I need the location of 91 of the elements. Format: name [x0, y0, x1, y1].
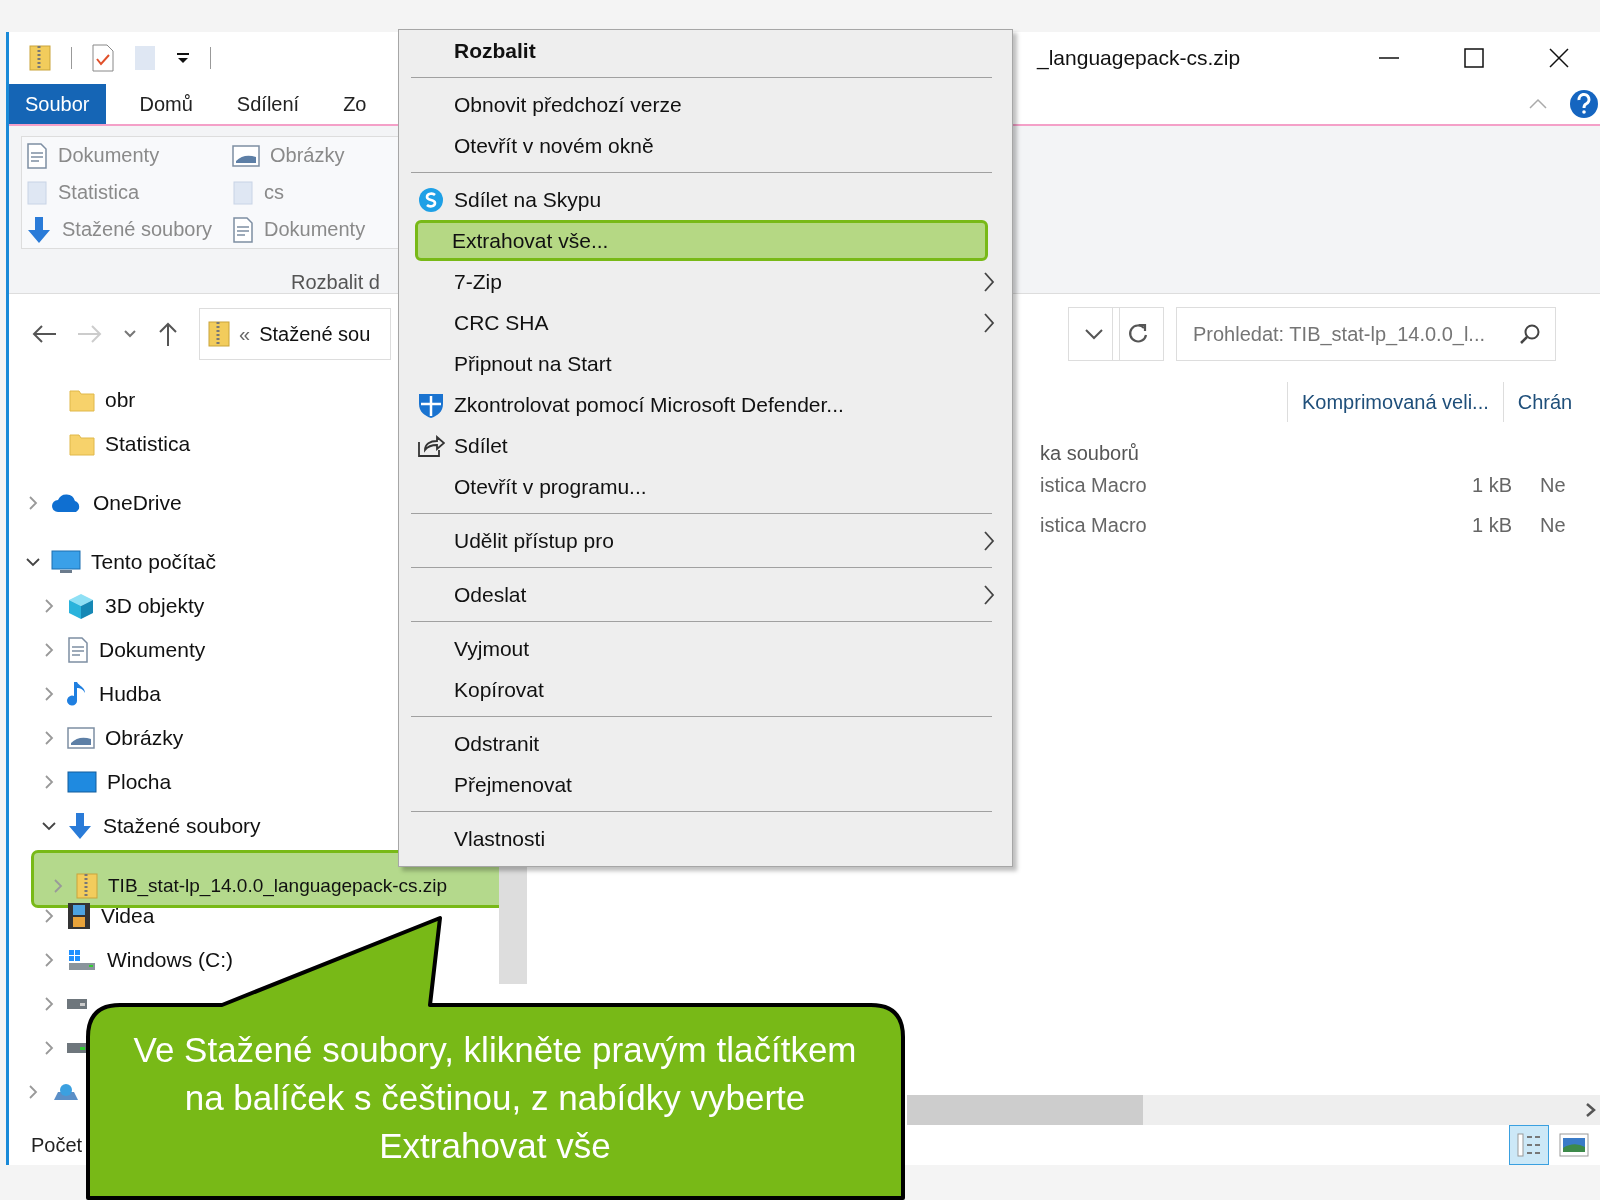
- drive-icon: [67, 1042, 87, 1054]
- folder-icon: [26, 179, 48, 206]
- menu-item[interactable]: Extrahovat vše...: [415, 220, 988, 261]
- protected-cell: Ne: [1540, 513, 1566, 537]
- document-icon: [232, 216, 254, 243]
- skype-icon: [418, 186, 444, 213]
- horizontal-scrollbar[interactable]: [907, 1095, 1600, 1125]
- drive-icon: [67, 998, 87, 1010]
- window-title: _languagepack-cs.zip: [1037, 46, 1241, 70]
- download-arrow-icon: [67, 812, 93, 840]
- close-icon[interactable]: [1549, 48, 1569, 68]
- picture-icon: [67, 727, 95, 749]
- nav-item[interactable]: Stažené soubory: [103, 814, 261, 838]
- menu-item[interactable]: Sdílet na Skypu: [405, 179, 990, 220]
- file-type-cell-text: istica Macro: [1040, 473, 1148, 497]
- back-arrow-icon[interactable]: [31, 324, 57, 344]
- menu-item[interactable]: Rozbalit: [405, 30, 990, 71]
- scroll-right-icon[interactable]: [1585, 1102, 1597, 1118]
- status-text: Počet: [31, 1133, 83, 1157]
- nav-item[interactable]: Tento počítač: [91, 550, 216, 574]
- document-icon: [67, 637, 89, 663]
- ribbon-group-label: Rozbalit d: [291, 271, 380, 294]
- nav-item[interactable]: Statistica: [105, 432, 191, 456]
- chevron-down-icon: [1084, 328, 1104, 340]
- refresh-button[interactable]: [1112, 307, 1164, 361]
- vertical-scrollbar[interactable]: [499, 864, 527, 984]
- refresh-icon: [1126, 322, 1150, 346]
- menu-item[interactable]: Otevřít v novém okně: [405, 125, 990, 166]
- details-view-icon[interactable]: [1509, 1125, 1549, 1165]
- nav-item[interactable]: OneDrive: [93, 491, 182, 515]
- nav-item[interactable]: Dokumenty: [99, 638, 206, 662]
- menu-item[interactable]: Odstranit: [405, 723, 990, 764]
- nav-item[interactable]: 3D objekty: [105, 594, 205, 618]
- file-size-cell-text: 1 kB: [1470, 513, 1512, 537]
- menu-item[interactable]: Sdílet: [405, 425, 990, 466]
- menu-item[interactable]: Vyjmout: [405, 628, 990, 669]
- nav-item[interactable]: Hudba: [99, 682, 161, 706]
- nav-item[interactable]: Obrázky: [105, 726, 184, 750]
- nav-item[interactable]: Windows (C:): [107, 948, 233, 972]
- menu-item[interactable]: CRC SHA: [405, 302, 990, 343]
- file-size-cell-text: 1 kB: [1470, 473, 1512, 497]
- group-header: ka souborů: [1040, 442, 1139, 465]
- download-arrow-icon: [26, 215, 52, 244]
- search-box[interactable]: Prohledat: TIB_stat-lp_14.0.0_l...: [1176, 307, 1556, 361]
- column-header[interactable]: Komprimovaná veli...: [1287, 382, 1503, 422]
- file-type-cell-text: istica Macro: [1040, 513, 1148, 537]
- menu-item[interactable]: Kopírovat: [405, 669, 990, 710]
- ribbon-tab[interactable]: Domů: [125, 84, 207, 124]
- forward-arrow-icon[interactable]: [77, 324, 103, 344]
- menu-item[interactable]: Obnovit předchozí verze: [405, 84, 990, 125]
- collapse-ribbon-icon[interactable]: [1529, 98, 1547, 110]
- folder-icon: [69, 388, 95, 412]
- menu-item[interactable]: Připnout na Start: [405, 343, 990, 384]
- nav-item[interactable]: obr: [105, 388, 136, 412]
- search-icon[interactable]: [1519, 323, 1541, 345]
- callout-text: Ve Stažené soubory, klikněte pravým tlačítkem na balíček s češtinou, z nabídky vyberte Extrahovat vše: [132, 1029, 858, 1167]
- column-header[interactable]: Chrán: [1502, 382, 1587, 422]
- cube-icon: [67, 592, 95, 620]
- ribbon-tab[interactable]: Sdílení: [222, 84, 314, 124]
- nav-item[interactable]: Plocha: [107, 770, 172, 794]
- share-icon: [417, 433, 445, 458]
- help-icon[interactable]: [1569, 89, 1599, 119]
- dropdown-caret-icon[interactable]: [176, 52, 190, 64]
- zip-folder-icon: [76, 872, 98, 900]
- menu-item[interactable]: 7-Zip: [405, 261, 990, 302]
- drive-icon: [67, 948, 97, 972]
- menu-item[interactable]: Otevřít v programu...: [405, 466, 990, 507]
- maximize-icon[interactable]: [1464, 48, 1484, 68]
- address-bar[interactable]: « Stažené sou: [199, 308, 391, 360]
- protected-cell: Ne: [1540, 473, 1566, 497]
- computer-icon: [51, 549, 81, 575]
- zip-folder-icon: [208, 320, 230, 348]
- folder-icon: [232, 179, 254, 206]
- folder-icon: [69, 432, 95, 456]
- picture-icon: [232, 144, 260, 167]
- scroll-thumb[interactable]: [907, 1095, 1143, 1125]
- ribbon-tab[interactable]: Zo: [329, 84, 381, 124]
- menu-item[interactable]: Zkontrolovat pomocí Microsoft Defender...: [405, 384, 990, 425]
- menu-item[interactable]: Přejmenovat: [405, 764, 990, 805]
- network-icon: [51, 1082, 81, 1102]
- document-icon: [26, 142, 48, 169]
- ribbon-tab[interactable]: Soubor: [9, 84, 106, 124]
- menu-item[interactable]: Udělit přístup pro: [405, 520, 990, 561]
- zip-folder-icon[interactable]: [29, 44, 51, 72]
- up-arrow-icon[interactable]: [157, 321, 179, 347]
- properties-check-icon[interactable]: [92, 44, 114, 72]
- film-icon: [67, 902, 91, 930]
- dropdown-chevron-icon[interactable]: [123, 329, 137, 339]
- menu-item[interactable]: Odeslat: [405, 574, 990, 615]
- desktop-icon: [67, 770, 97, 794]
- large-icons-view-icon[interactable]: [1559, 1133, 1589, 1157]
